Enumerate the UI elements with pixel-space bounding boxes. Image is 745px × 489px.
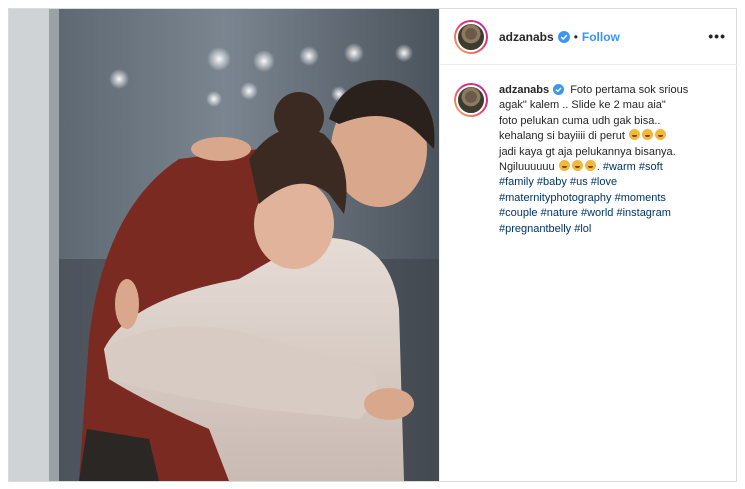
instagram-post: adzanabs • Follow ••• adzanabs Foto pert… bbox=[8, 8, 738, 482]
hashtag-link[interactable]: #baby bbox=[537, 176, 567, 188]
verified-badge-icon bbox=[557, 30, 570, 43]
hashtag-link[interactable]: #family bbox=[499, 176, 534, 188]
heart-eyes-emoji-icon bbox=[584, 160, 596, 172]
hashtag-link[interactable]: #soft bbox=[639, 161, 663, 173]
laughing-emoji-icon bbox=[642, 129, 654, 141]
hashtag-link[interactable]: #world bbox=[581, 207, 613, 219]
caption-line: agak" kalem .. Slide ke 2 mau aia" bbox=[499, 99, 666, 112]
post-sidebar: adzanabs • Follow ••• adzanabs Foto pert… bbox=[439, 9, 738, 481]
caption-line: Ngiluuuuuu bbox=[499, 161, 555, 174]
caption-line: foto pelukan cuma udh gak bisa.. bbox=[499, 114, 661, 127]
verified-badge-icon bbox=[553, 84, 565, 95]
caption-username[interactable]: adzanabs bbox=[499, 84, 549, 96]
grimacing-emoji-icon bbox=[571, 160, 583, 172]
hashtag-link[interactable]: #nature bbox=[541, 207, 578, 219]
hashtag-link[interactable]: #pregnantbelly bbox=[499, 223, 571, 235]
laughing-emoji-icon bbox=[655, 129, 667, 141]
avatar[interactable] bbox=[454, 19, 488, 54]
avatar-image bbox=[456, 21, 486, 52]
post-photo[interactable] bbox=[9, 9, 439, 481]
caption-avatar[interactable] bbox=[454, 83, 488, 117]
laughing-emoji-icon bbox=[629, 129, 641, 141]
separator-dot: • bbox=[573, 29, 578, 44]
caption-avatar-image bbox=[456, 85, 486, 115]
hashtag-link[interactable]: #maternityphotography bbox=[499, 192, 612, 204]
hashtag-link[interactable]: #love bbox=[591, 176, 617, 188]
hashtag-link[interactable]: #us bbox=[570, 176, 588, 188]
username[interactable]: adzanabs bbox=[499, 30, 554, 44]
caption-text: adzanabs Foto pertama sok srious agak" k… bbox=[499, 84, 689, 235]
hashtag-link[interactable]: #moments bbox=[615, 192, 666, 204]
laughing-emoji-icon bbox=[558, 160, 570, 172]
hashtag-link[interactable]: #couple bbox=[499, 207, 538, 219]
caption-line: jadi kaya gt aja pelukannya bisanya. bbox=[499, 145, 676, 158]
caption-line: Foto pertama sok srious bbox=[570, 84, 689, 96]
caption-line: kehalang si bayiiii di perut bbox=[499, 130, 625, 143]
hug-photo-illustration bbox=[9, 9, 439, 481]
hashtag-link[interactable]: #warm bbox=[603, 161, 636, 173]
hashtag-link[interactable]: #instagram bbox=[616, 207, 670, 219]
follow-button[interactable]: Follow bbox=[582, 30, 620, 44]
more-options-icon[interactable]: ••• bbox=[708, 28, 726, 44]
caption-comment: adzanabs Foto pertama sok srious agak" k… bbox=[454, 83, 724, 237]
post-header: adzanabs • Follow ••• bbox=[440, 9, 738, 65]
hashtag-link[interactable]: #lol bbox=[574, 223, 591, 235]
